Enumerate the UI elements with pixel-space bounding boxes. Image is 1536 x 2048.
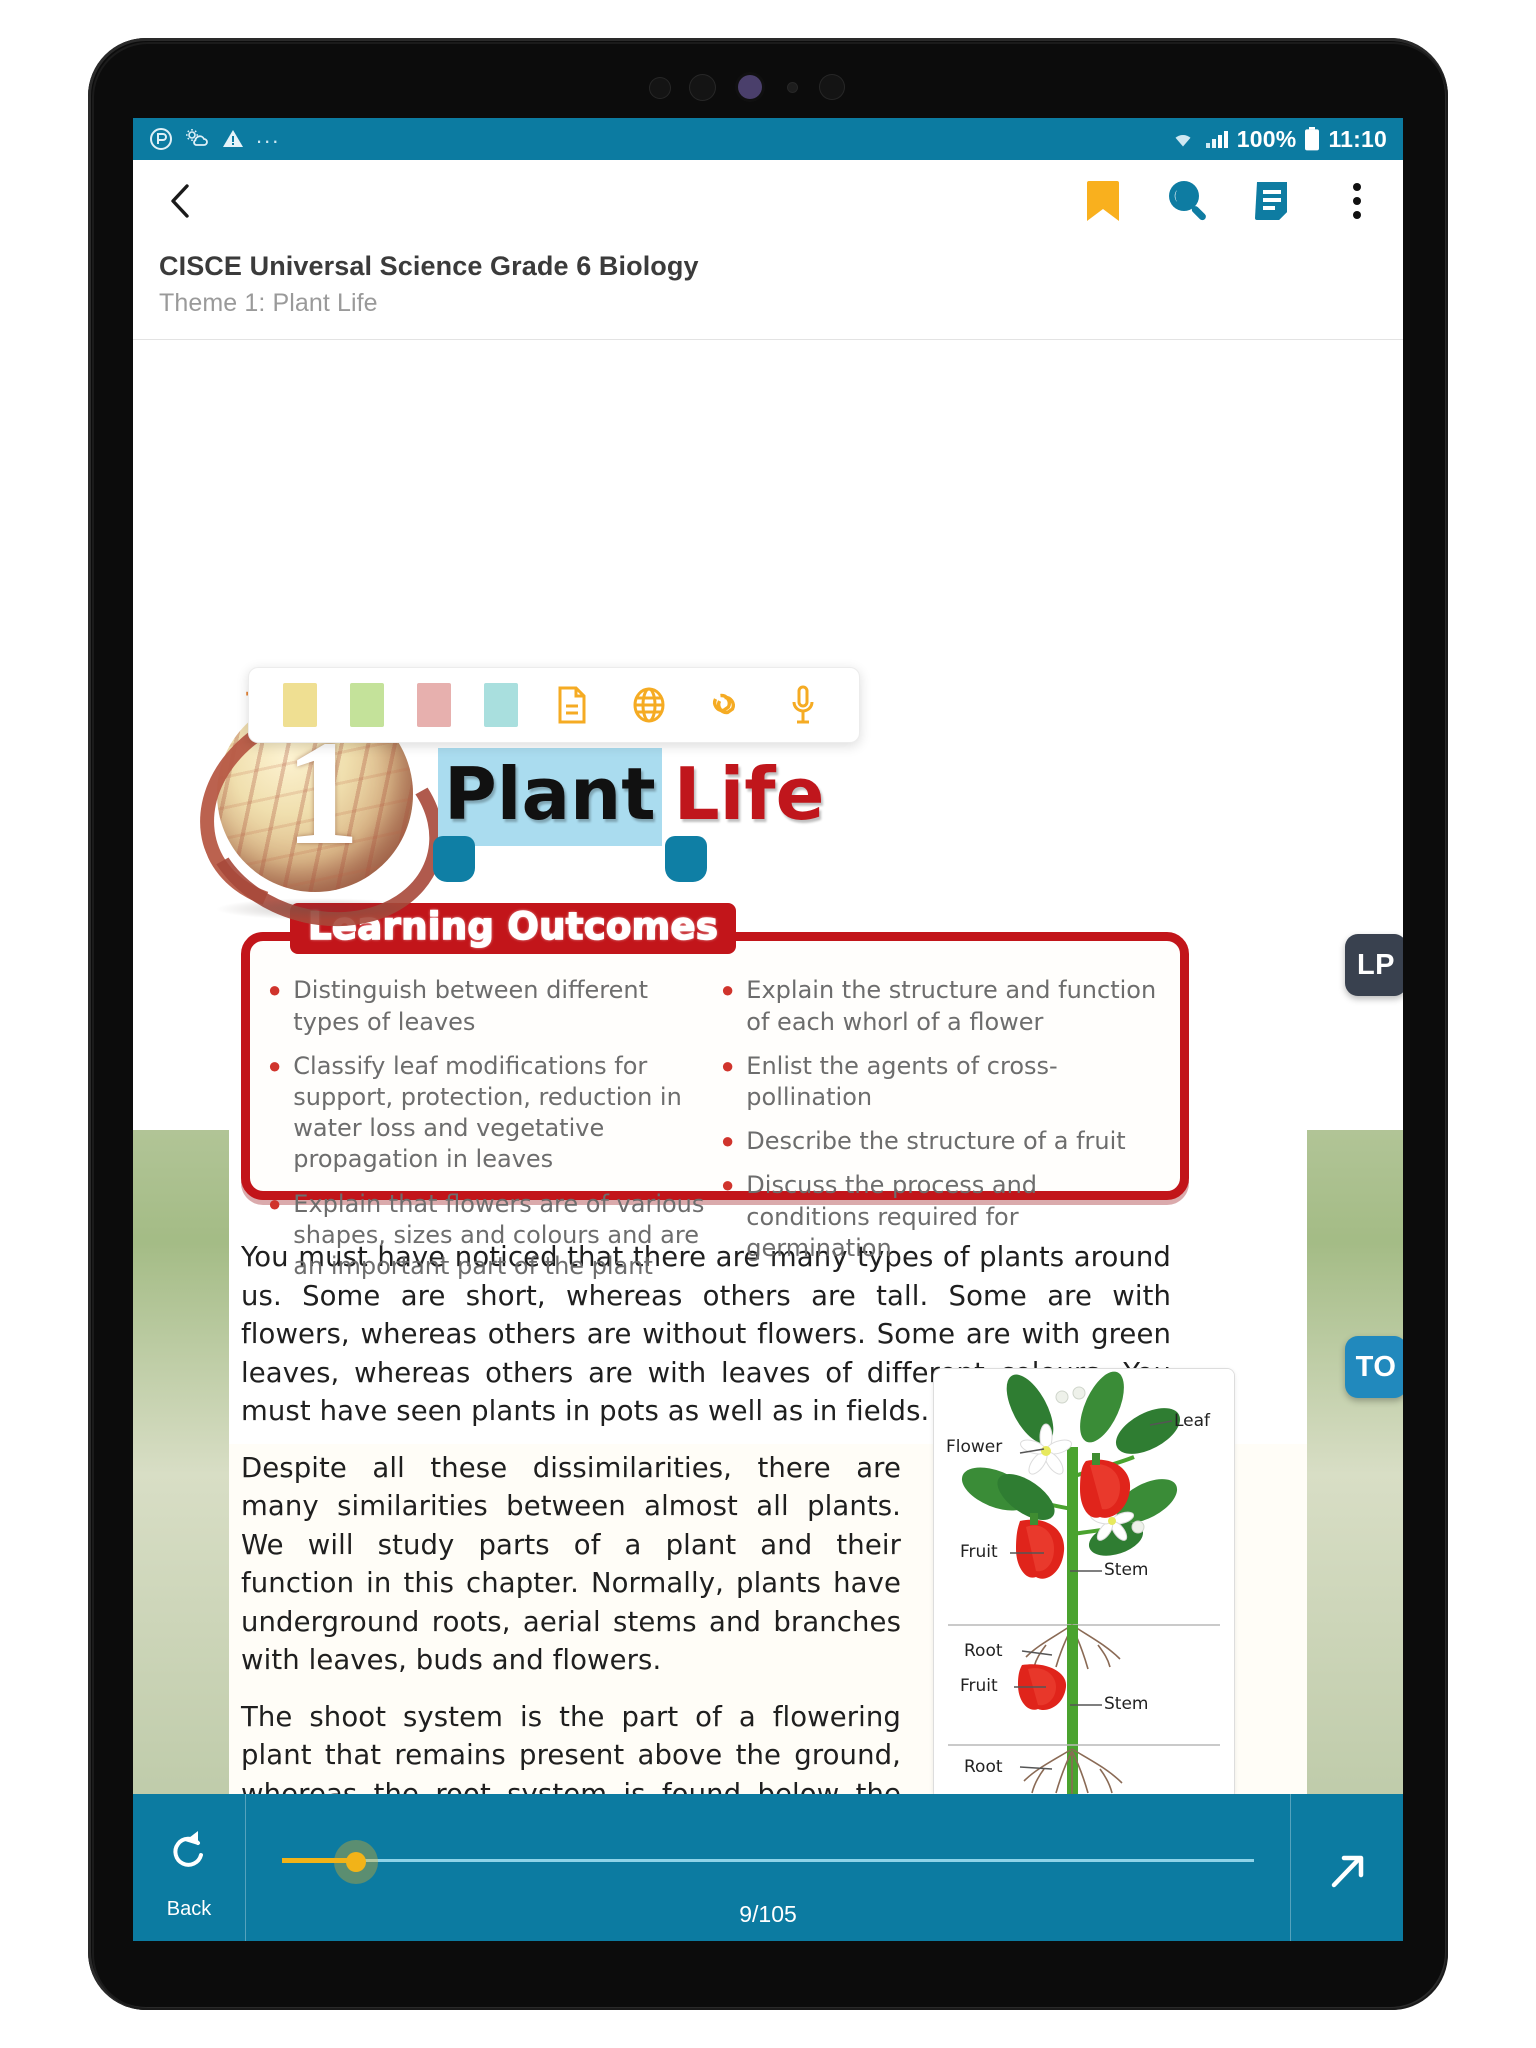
figure-label-fruit-1: Fruit	[960, 1542, 998, 1563]
learning-outcome-text: Explain the structure and function of ea…	[746, 976, 1157, 1036]
globe-icon[interactable]	[627, 683, 671, 727]
list-item: ● Discuss the process and conditions requ…	[721, 1170, 1158, 1264]
chapter-heading: Plant Life	[438, 748, 824, 847]
highlight-green-swatch[interactable]	[350, 683, 385, 728]
tablet-device: ... 100% 11:10 CISCE Universal Science G…	[0, 0, 1536, 2048]
globe-shadow	[215, 898, 425, 921]
teaching-objective-badge[interactable]: TO	[1345, 1336, 1403, 1399]
list-item: ● Classify leaf modifications for support…	[268, 1051, 705, 1176]
learning-outcome-text: Discuss the process and conditions requi…	[746, 1171, 1038, 1262]
figure-label-stem-2: Stem	[1104, 1694, 1149, 1715]
page-indicator: 9/105	[739, 1901, 797, 1928]
front-camera-lens	[738, 75, 762, 99]
lesson-plan-badge[interactable]: LP	[1345, 934, 1403, 997]
more-vertical-icon[interactable]	[1339, 179, 1375, 223]
bottom-navigation-bar: Back 9/105	[133, 1794, 1403, 1941]
highlight-pink-swatch[interactable]	[416, 683, 451, 728]
status-bar: ... 100% 11:10	[133, 118, 1403, 160]
chapter-heading-part-2: Life	[673, 752, 825, 837]
learning-outcome-text: Describe the structure of a fruit	[746, 1127, 1126, 1156]
slider-track[interactable]	[282, 1859, 1254, 1863]
highlight-toolbar[interactable]	[248, 667, 860, 744]
status-overflow-dots: ...	[256, 123, 281, 148]
note-icon[interactable]	[550, 683, 594, 727]
learning-outcomes-box: Learning Outcomes ● Distinguish between d…	[241, 903, 1189, 1280]
figure-label-root-1: Root	[964, 1641, 1003, 1662]
signal-icon	[1204, 128, 1230, 150]
figure-label-stem-1: Stem	[1104, 1560, 1149, 1581]
back-button[interactable]: Back	[133, 1794, 246, 1941]
undo-icon	[168, 1827, 210, 1876]
page-photo-strip-right	[1307, 340, 1403, 1795]
status-bar-left: ...	[149, 123, 281, 151]
list-item: ● Explain the structure and function of e…	[721, 975, 1158, 1037]
paragraph-3: The shoot system is the part of a flower…	[241, 1700, 901, 1795]
list-item: ● Explain that flowers are of various sha…	[268, 1189, 705, 1283]
plant-diagram-svg	[934, 1369, 1234, 1795]
bullet-icon: ●	[268, 1190, 282, 1216]
app-bar	[133, 160, 1403, 242]
search-icon[interactable]	[1165, 178, 1211, 224]
bullet-icon: ●	[721, 1128, 735, 1154]
learning-outcomes-right-column: ● Explain the structure and function of e…	[721, 975, 1158, 1295]
expand-arrow-icon	[1324, 1849, 1370, 1900]
highlight-cyan-swatch[interactable]	[483, 683, 518, 728]
list-item: ● Describe the structure of a fruit	[721, 1126, 1158, 1157]
pocket-icon	[149, 127, 173, 151]
sensor-dot-2	[690, 75, 715, 100]
chapter-subtitle: Theme 1: Plant Life	[159, 289, 378, 318]
back-button-label: Back	[166, 1898, 212, 1921]
sensor-dot-3	[788, 83, 797, 92]
learning-outcome-text: Explain that flowers are of various shap…	[293, 1189, 705, 1280]
battery-full-icon	[1303, 126, 1321, 152]
figure-label-root-2: Root	[964, 1757, 1003, 1778]
notes-icon[interactable]	[1253, 178, 1297, 224]
page-slider[interactable]	[282, 1840, 1254, 1885]
wifi-icon	[1169, 128, 1197, 150]
book-page[interactable]: Theme 1 PlantLife	[133, 340, 1403, 1795]
sensor-dot-4	[820, 75, 844, 99]
bullet-icon: ●	[721, 977, 735, 1003]
list-item: ● Enlist the agents of cross-pollination	[721, 1051, 1158, 1113]
learning-outcome-text: Classify leaf modifications for support,…	[293, 1051, 682, 1174]
warning-icon	[221, 127, 245, 151]
learning-outcomes-left-column: ● Distinguish between different types of …	[268, 975, 705, 1295]
microphone-icon[interactable]	[781, 683, 825, 727]
back-chevron-icon[interactable]	[159, 179, 203, 223]
figure-label-flower: Flower	[946, 1437, 1003, 1458]
page-slider-area[interactable]: 9/105	[246, 1794, 1290, 1941]
figure-label-leaf: Leaf	[1174, 1411, 1211, 1432]
fullscreen-button[interactable]	[1290, 1794, 1403, 1941]
bullet-icon: ●	[721, 1172, 735, 1198]
heading-accent-left	[433, 836, 475, 883]
heading-accent-right	[665, 836, 707, 883]
status-bar-right: 100% 11:10	[1169, 126, 1387, 153]
learning-outcome-text: Enlist the agents of cross-pollination	[746, 1051, 1058, 1111]
bullet-icon: ●	[268, 977, 282, 1003]
front-camera-cluster	[630, 70, 870, 106]
learning-outcomes-columns: ● Distinguish between different types of …	[250, 941, 1180, 1295]
bullet-icon: ●	[268, 1052, 282, 1078]
page-title: CISCE Universal Science Grade 6 Biology	[159, 251, 699, 281]
document-header: CISCE Universal Science Grade 6 Biology …	[133, 242, 1403, 341]
highlight-yellow-swatch[interactable]	[283, 683, 318, 728]
learning-outcome-text: Distinguish between different types of l…	[293, 976, 649, 1036]
link-icon[interactable]	[704, 683, 748, 727]
bullet-icon: ●	[721, 1052, 735, 1078]
battery-percent-label: 100%	[1236, 125, 1297, 152]
paragraph-2: Despite all these dissimilarities, there…	[241, 1451, 901, 1677]
plant-parts-figure: Flower Leaf Fruit Stem Root Fruit Stem R…	[933, 1368, 1235, 1795]
bookmark-icon[interactable]	[1083, 178, 1123, 224]
app-bar-actions	[1083, 178, 1375, 224]
clock-label: 11:10	[1328, 125, 1387, 152]
screen: ... 100% 11:10 CISCE Universal Science G…	[133, 118, 1403, 1941]
figure-label-fruit-2: Fruit	[960, 1676, 998, 1697]
list-item: ● Distinguish between different types of …	[268, 975, 705, 1037]
sensor-dot-1	[650, 78, 670, 98]
page-photo-strip-left	[133, 340, 229, 1795]
chapter-heading-part-1: Plant	[438, 748, 662, 847]
weather-icon	[184, 127, 210, 151]
